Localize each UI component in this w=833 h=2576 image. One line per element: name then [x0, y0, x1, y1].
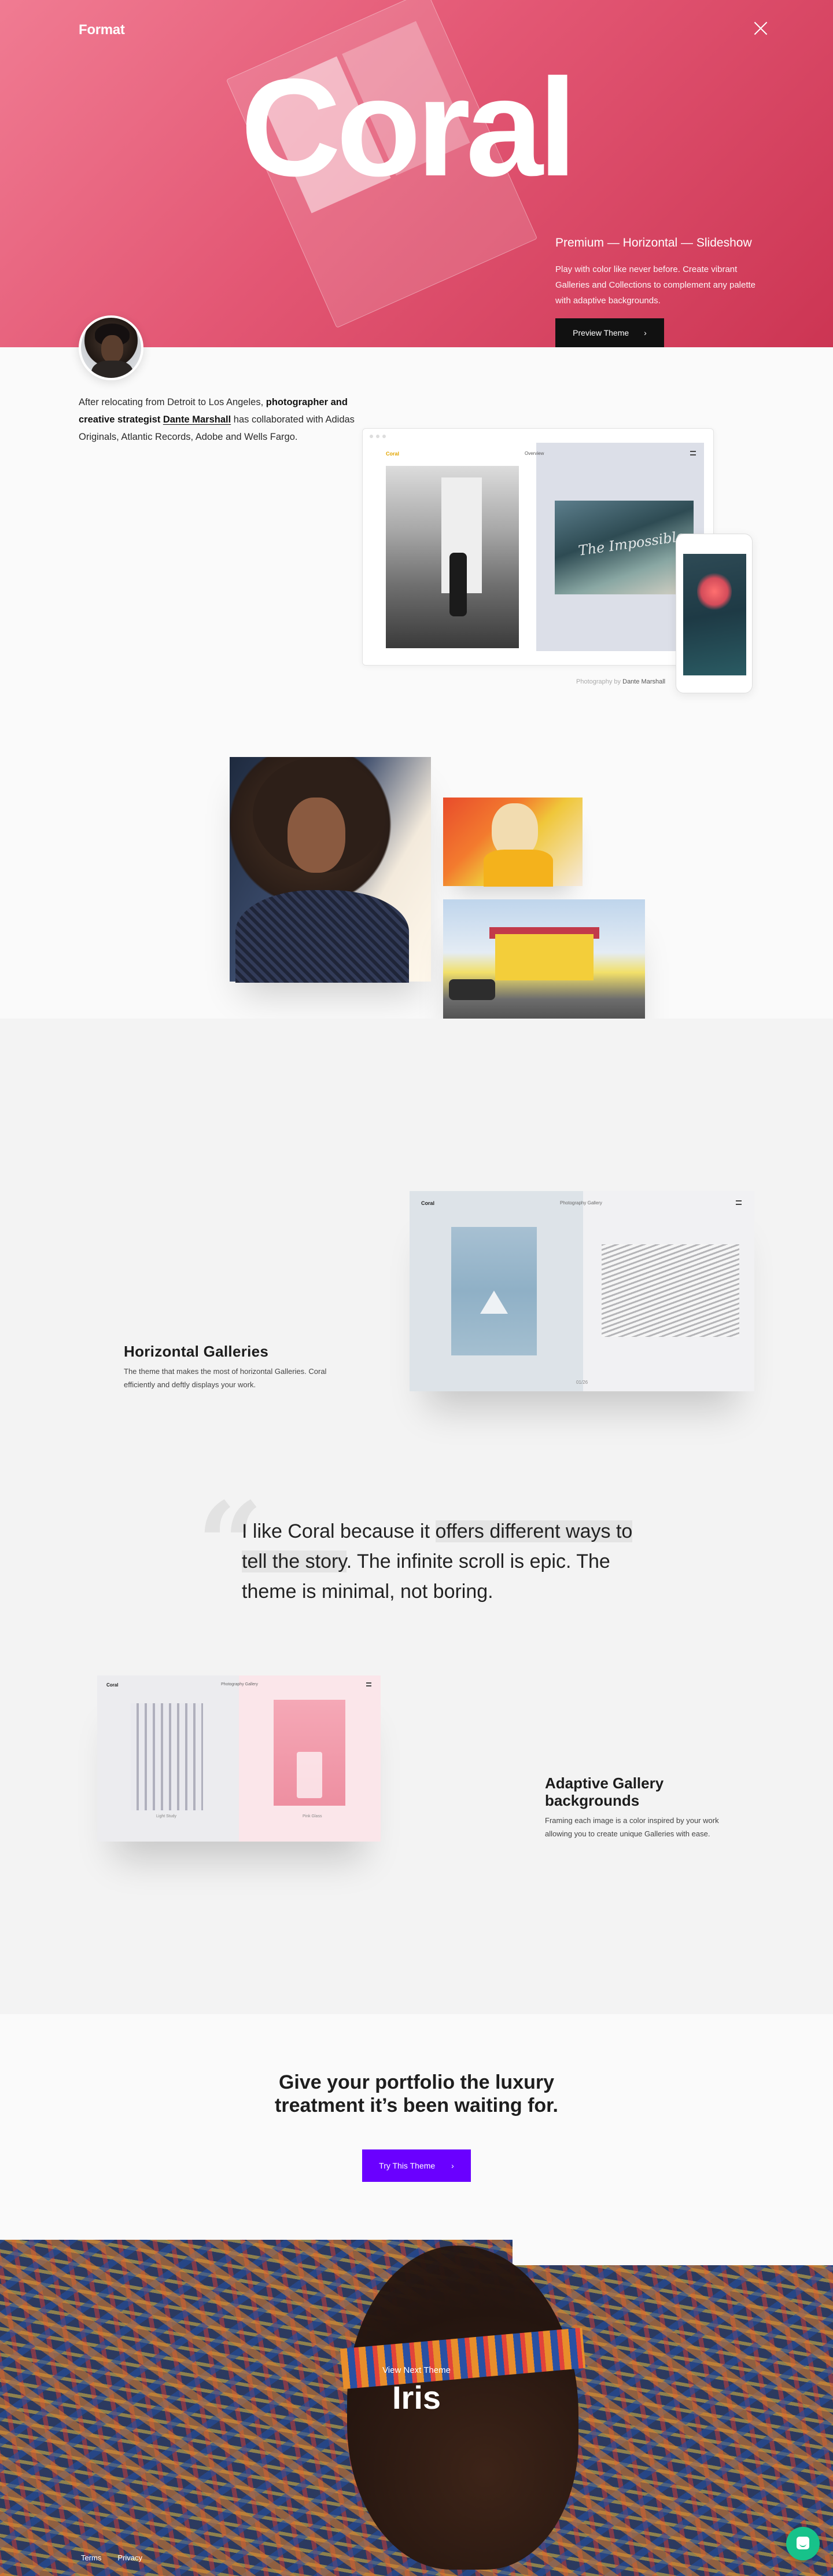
window-dots [370, 435, 386, 438]
banner-notch [513, 2240, 833, 2265]
sweater-shape [235, 890, 409, 983]
hamburger-icon [736, 1200, 742, 1205]
footer-link-privacy[interactable]: Privacy [117, 2553, 142, 2562]
face-shape [288, 798, 345, 873]
sand-waves-photo [602, 1244, 739, 1337]
car-shape [449, 979, 495, 1000]
mockup-nav: Overview [525, 451, 544, 456]
mockup-right-panel [583, 1191, 754, 1391]
quote-text: I like Coral because it [242, 1520, 436, 1542]
preview-theme-button[interactable]: Preview Theme › [555, 318, 664, 347]
photo-overlay-text: The Impossible [577, 528, 685, 559]
house-shape [495, 934, 594, 980]
adaptive-backgrounds-description: Framing each image is a color inspired b… [545, 1816, 719, 1838]
horizontal-gallery-mockup: Coral Photography Gallery 01/26 [410, 1191, 754, 1391]
theme-title: Coral [241, 50, 577, 205]
paper-boat-photo [451, 1227, 537, 1355]
person-figure [449, 553, 467, 616]
street-photo [386, 466, 519, 648]
chevron-right-icon: › [451, 2161, 454, 2170]
mockup-left-panel [410, 1191, 583, 1391]
photographer-intro: After relocating from Detroit to Los Ang… [79, 394, 379, 446]
mockup-caption: Pink Glass [303, 1814, 322, 1818]
hero-section: Format Coral Premium — Horizontal — Slid… [0, 0, 833, 347]
photo-credit: Photography by Dante Marshall [576, 678, 665, 685]
cta-heading: Give your portfolio the luxury treatment… [0, 2071, 833, 2117]
yellow-jacket-photo [443, 798, 583, 887]
mockup-left-panel: Coral [380, 443, 536, 651]
mockup-nav: Photography Gallery [560, 1200, 602, 1206]
photographer-avatar [79, 315, 143, 380]
close-icon[interactable] [752, 20, 769, 37]
try-theme-label: Try This Theme [379, 2161, 436, 2170]
portrait-photo [230, 757, 431, 983]
avatar-face [101, 335, 123, 363]
mockup-brand: Coral [386, 451, 400, 457]
jacket-shape [484, 850, 553, 887]
cta-heading-line: Give your portfolio the luxury [278, 2071, 555, 2093]
adaptive-backgrounds-title: Adaptive Gallery backgrounds [545, 1774, 664, 1809]
preview-theme-label: Preview Theme [573, 328, 629, 337]
avatar-body [91, 361, 133, 378]
mockup-nav: Photography Gallery [221, 1682, 258, 1686]
theme-meta: Premium — Horizontal — Slideshow [555, 236, 752, 249]
chevron-right-icon: › [644, 328, 647, 337]
coastline-photo: The Impossible [555, 501, 694, 594]
theme-description: Play with color like never before. Creat… [555, 264, 756, 306]
horizontal-galleries-title: Horizontal Galleries [124, 1343, 269, 1360]
hamburger-icon [690, 451, 696, 455]
try-theme-button[interactable]: Try This Theme › [362, 2149, 471, 2182]
footer-link-terms[interactable]: Terms [81, 2553, 101, 2562]
intro-text: After relocating from Detroit to Los Ang… [79, 397, 266, 407]
credit-prefix: Photography by [576, 678, 623, 685]
mockup-caption: 01/26 [576, 1380, 588, 1385]
credit-name: Dante Marshall [622, 678, 666, 685]
mockup-brand: Coral [421, 1200, 435, 1206]
phone-screen-photo [683, 554, 746, 675]
light-study-photo [131, 1703, 203, 1810]
format-logo[interactable]: Format [79, 22, 125, 38]
desktop-mockup: Coral Overview The Impossible [362, 428, 714, 666]
adaptive-gallery-mockup: Coral Photography Gallery Light Study Pi… [97, 1675, 381, 1842]
horizontal-galleries-description: The theme that makes the most of horizon… [124, 1367, 327, 1389]
pink-glass-photo [274, 1700, 345, 1806]
mockup-caption: Light Study [156, 1814, 177, 1818]
chat-bubble-icon[interactable] [786, 2527, 820, 2560]
phone-mockup [676, 534, 753, 693]
hamburger-icon [366, 1682, 371, 1686]
testimonial-quote: I like Coral because it offers different… [242, 1516, 658, 1607]
mockup-brand: Coral [106, 1682, 119, 1688]
footer-links: Terms Privacy [81, 2553, 142, 2562]
next-theme-title[interactable]: Iris [0, 2379, 833, 2416]
street-house-photo [443, 899, 645, 1032]
view-next-theme-label[interactable]: View Next Theme [0, 2365, 833, 2375]
photographer-name-link[interactable]: Dante Marshall [163, 414, 231, 425]
cta-heading-line: treatment it’s been waiting for. [275, 2094, 558, 2116]
